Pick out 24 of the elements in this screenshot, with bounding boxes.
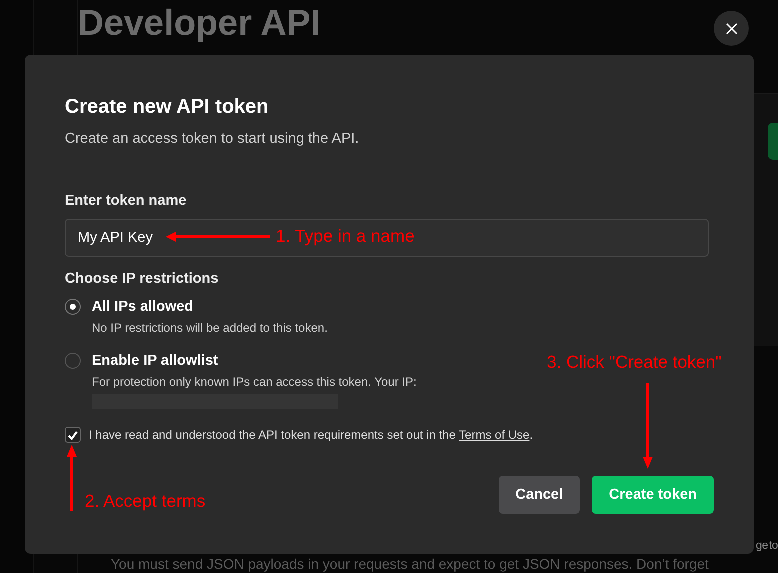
dialog-title: Create new API token [65,95,270,119]
page-title: Developer API [78,2,321,44]
annotation-arrow [66,445,78,511]
background-paragraph: You must send JSON payloads in your requests and expect to get JSON responses. Don’t forget [111,556,709,572]
checkmark-icon [68,430,78,440]
background-text: ge to [756,540,778,552]
radio-button[interactable] [65,353,81,369]
terms-link[interactable]: Terms of Use [459,428,530,442]
close-button[interactable] [714,11,749,46]
annotation-text: 3. Click "Create token" [547,352,722,373]
terms-text: I have read and understood the API token requirements set out in the Terms of Use. [89,428,534,442]
option-description: For protection only known IPs can access this token. Your IP: [92,375,418,389]
option-description: No IP restrictions will be added to this token. [92,321,329,335]
cancel-button[interactable]: Cancel [498,476,580,514]
field-label: Enter token name [65,193,188,209]
option-label: Enable IP allowlist [92,353,218,369]
annotation-text: 1. Type in a name [276,226,415,247]
annotation-text: 2. Accept terms [85,491,206,512]
dialog-subtitle: Create an access token to start using the API. [65,131,360,147]
option-label: All IPs allowed [92,299,194,315]
close-icon [726,22,738,34]
section-label: Choose IP restrictions [65,271,220,287]
terms-checkbox[interactable] [65,427,81,443]
radio-button[interactable] [65,299,81,315]
